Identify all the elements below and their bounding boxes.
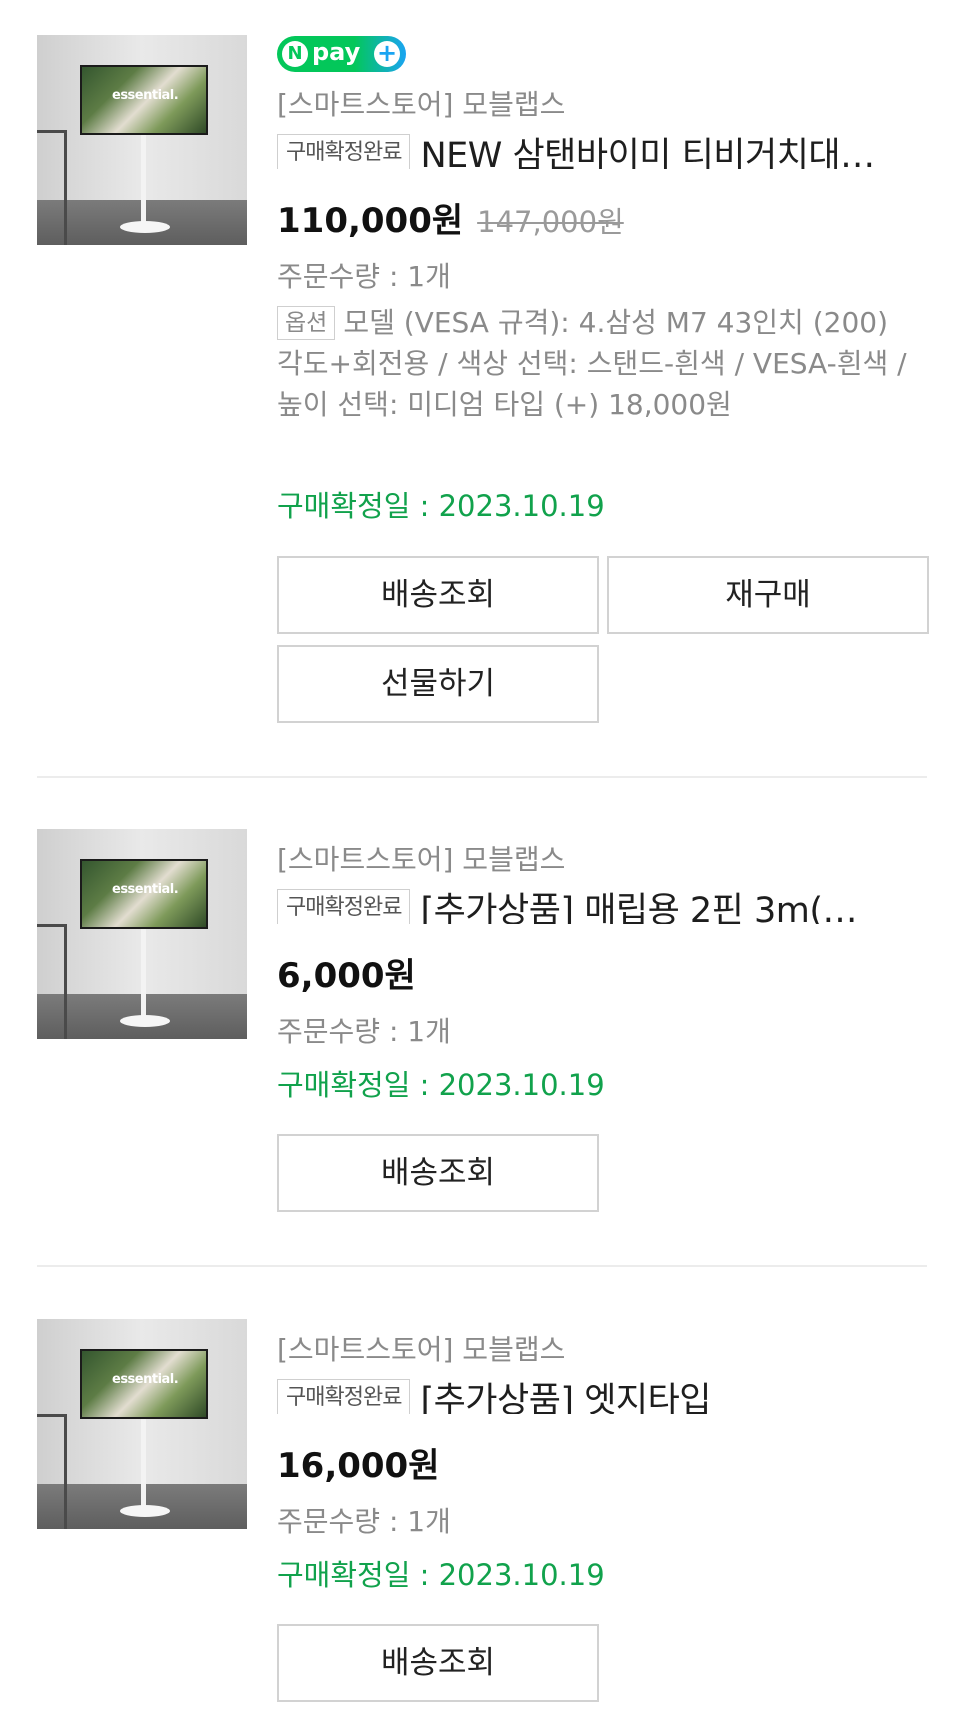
order-quantity: 주문수량 : 1개 <box>277 1505 451 1538</box>
product-title[interactable]: [추가상품] 매립용 2핀 3m(연장선) <box>420 882 880 924</box>
order-quantity: 주문수량 : 1개 <box>277 260 451 293</box>
store-name[interactable]: [스마트스토어] 모블랩스 <box>277 83 565 123</box>
purchase-confirmed-badge: 구매확정완료 <box>277 888 411 924</box>
confirm-date: 구매확정일 : 2023.10.19 <box>277 1068 605 1102</box>
tv-screen: essential. <box>80 859 208 929</box>
order-quantity: 주문수량 : 1개 <box>277 1015 451 1048</box>
confirm-date: 구매확정일 : 2023.10.19 <box>277 489 605 523</box>
product-thumbnail[interactable]: essential. <box>37 829 247 1039</box>
npay-plus-badge: N pay + <box>277 36 406 72</box>
plus-icon: + <box>374 41 400 67</box>
divider <box>37 1265 927 1267</box>
purchase-confirmed-badge: 구매확정완료 <box>277 133 411 169</box>
track-delivery-button[interactable]: 배송조회 <box>277 556 599 634</box>
price: 110,000원 147,000원 <box>277 193 624 242</box>
tv-screen: essential. <box>80 65 208 135</box>
send-gift-button[interactable]: 선물하기 <box>277 645 599 723</box>
sale-price: 6,000원 <box>277 956 416 996</box>
track-delivery-button[interactable]: 배송조회 <box>277 1134 599 1212</box>
product-title-line[interactable]: 구매확정완료 [추가상품] 엣지타입 <box>277 1372 917 1414</box>
purchase-confirmed-badge: 구매확정완료 <box>277 1378 411 1414</box>
product-title-line[interactable]: 구매확정완료 [추가상품] 매립용 2핀 3m(연장선) <box>277 882 917 924</box>
sale-price: 110,000원 <box>277 201 464 241</box>
chair-shape <box>37 130 67 245</box>
original-price: 147,000원 <box>477 205 624 239</box>
option-text: 모델 (VESA 규격): 4.삼성 M7 43인치 (200) 각도+회전용 … <box>277 306 907 421</box>
reorder-button[interactable]: 재구매 <box>607 556 929 634</box>
store-name[interactable]: [스마트스토어] 모블랩스 <box>277 1328 565 1368</box>
store-name[interactable]: [스마트스토어] 모블랩스 <box>277 838 565 878</box>
product-thumbnail[interactable]: essential. <box>37 35 247 245</box>
option-label: 옵션 <box>277 306 336 340</box>
chair-shape <box>37 1414 67 1529</box>
option-info: 옵션 모델 (VESA 규격): 4.삼성 M7 43인치 (200) 각도+회전… <box>277 302 917 425</box>
npay-text: pay <box>312 38 361 66</box>
track-delivery-button[interactable]: 배송조회 <box>277 1624 599 1702</box>
product-thumbnail[interactable]: essential. <box>37 1319 247 1529</box>
tv-screen: essential. <box>80 1349 208 1419</box>
product-title[interactable]: NEW 삼탠바이미 티비거치대 스탠드 <box>420 127 880 169</box>
confirm-date: 구매확정일 : 2023.10.19 <box>277 1558 605 1592</box>
product-title[interactable]: [추가상품] 엣지타입 <box>420 1372 711 1414</box>
npay-n-icon: N <box>282 41 308 67</box>
product-title-line[interactable]: 구매확정완료NEW 삼탠바이미 티비거치대 스탠드 <box>277 127 917 169</box>
chair-shape <box>37 924 67 1039</box>
sale-price: 16,000원 <box>277 1446 440 1486</box>
divider <box>37 776 927 778</box>
